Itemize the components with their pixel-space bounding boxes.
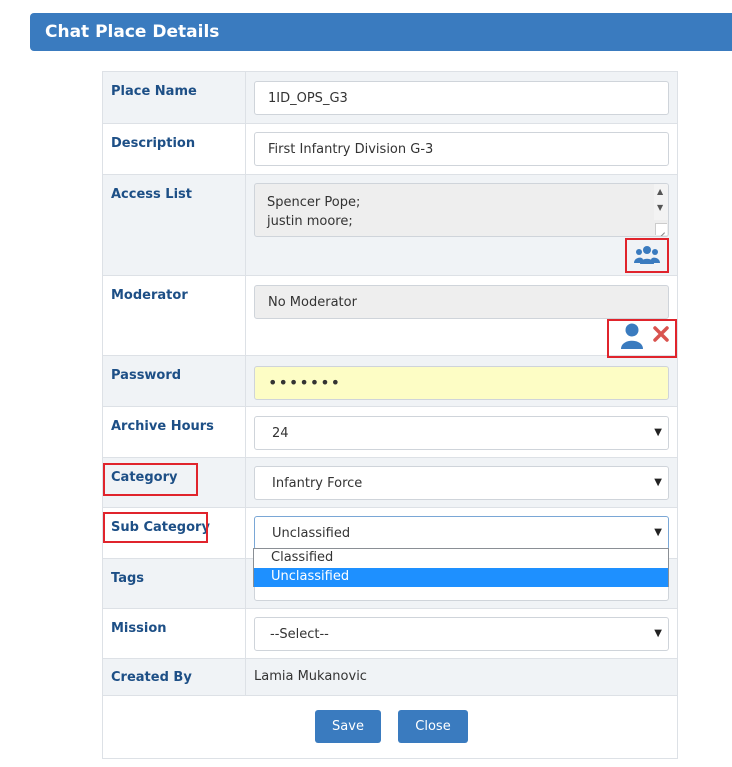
access-list-entry: justin moore; xyxy=(267,214,353,229)
close-button[interactable]: Close xyxy=(398,710,468,743)
mission-select[interactable]: --Select-- ▼ xyxy=(254,617,669,651)
chevron-down-icon: ▼ xyxy=(654,527,662,538)
close-x-icon[interactable] xyxy=(653,326,669,347)
access-list-entry: Spencer Pope; xyxy=(267,195,361,210)
row-access-list: Access List Spencer Pope; justin moore; … xyxy=(103,175,677,276)
row-archive-hours: Archive Hours 24 ▼ xyxy=(103,407,677,458)
place-name-input[interactable]: 1ID_OPS_G3 xyxy=(254,81,669,115)
access-list-scrollbar[interactable]: ▲ ▼ xyxy=(654,184,668,220)
row-password: Password ••••••• xyxy=(103,356,677,407)
created-by-value: Lamia Mukanovic xyxy=(254,669,367,684)
save-button[interactable]: Save xyxy=(315,710,381,743)
tags-label: Tags xyxy=(111,571,145,586)
row-created-by: Created By Lamia Mukanovic xyxy=(103,659,677,696)
access-list-label: Access List xyxy=(111,187,192,202)
archive-hours-select[interactable]: 24 ▼ xyxy=(254,416,669,450)
access-list-textarea[interactable]: Spencer Pope; justin moore; ▲ ▼ xyxy=(254,183,669,237)
created-by-label: Created By xyxy=(111,670,192,685)
chevron-down-icon: ▼ xyxy=(654,477,662,488)
chat-place-form: Place Name 1ID_OPS_G3 Description First … xyxy=(102,71,678,759)
group-users-icon[interactable] xyxy=(634,244,660,273)
place-name-label: Place Name xyxy=(111,84,197,99)
category-label-highlight xyxy=(103,463,198,496)
archive-hours-label: Archive Hours xyxy=(111,419,214,434)
chevron-down-icon: ▼ xyxy=(654,427,662,438)
sub-category-label-highlight xyxy=(103,512,208,543)
category-select[interactable]: Infantry Force ▼ xyxy=(254,466,669,500)
page-header: Chat Place Details xyxy=(30,13,732,51)
scroll-up-icon[interactable]: ▲ xyxy=(657,187,663,196)
row-place-name: Place Name 1ID_OPS_G3 xyxy=(103,72,677,124)
scroll-down-icon[interactable]: ▼ xyxy=(657,203,663,212)
sub-category-select[interactable]: Unclassified ▼ xyxy=(254,516,669,550)
dropdown-option-classified[interactable]: Classified xyxy=(254,549,668,568)
page-title: Chat Place Details xyxy=(45,22,220,42)
password-input[interactable]: ••••••• xyxy=(254,366,669,400)
row-mission: Mission --Select-- ▼ xyxy=(103,609,677,659)
chevron-down-icon: ▼ xyxy=(654,628,662,639)
moderator-input: No Moderator xyxy=(254,285,669,319)
row-description: Description First Infantry Division G-3 xyxy=(103,124,677,175)
row-moderator: Moderator No Moderator xyxy=(103,276,677,356)
dropdown-option-unclassified[interactable]: Unclassified xyxy=(254,568,668,587)
description-label: Description xyxy=(111,136,196,151)
mission-label: Mission xyxy=(111,621,167,636)
resize-handle[interactable] xyxy=(655,223,667,235)
moderator-label: Moderator xyxy=(111,288,188,303)
user-icon[interactable] xyxy=(620,322,644,355)
sub-category-dropdown: Classified Unclassified xyxy=(253,548,669,587)
password-label: Password xyxy=(111,368,182,383)
description-input[interactable]: First Infantry Division G-3 xyxy=(254,132,669,166)
